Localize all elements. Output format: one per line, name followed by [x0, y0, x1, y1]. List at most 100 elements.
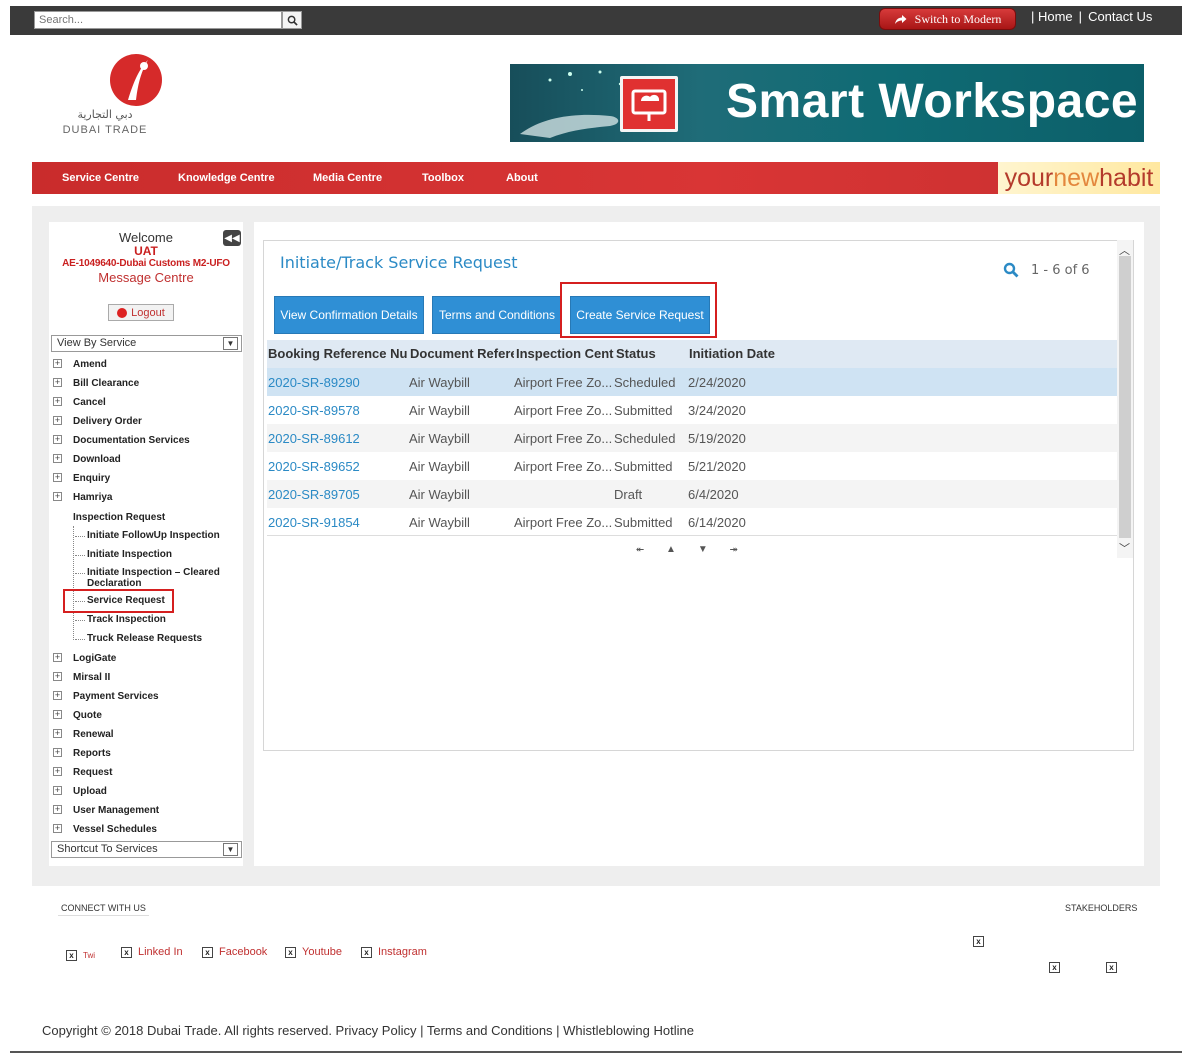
expand-icon[interactable]: + [53, 691, 62, 700]
tree-item-label: Amend [73, 359, 107, 370]
booking-ref-link[interactable]: 2020-SR-89578 [268, 403, 360, 418]
home-link[interactable]: | Home [1031, 9, 1073, 24]
inspection-centre-cell: Airport Free Zo... [514, 403, 612, 418]
column-header-document-ref[interactable]: Document Refere [410, 346, 514, 361]
expand-icon[interactable]: + [53, 672, 62, 681]
expand-icon[interactable]: + [53, 492, 62, 501]
expand-icon[interactable]: + [53, 748, 62, 757]
expand-icon[interactable]: + [53, 397, 62, 406]
expand-icon[interactable]: + [53, 359, 62, 368]
facebook-link[interactable]: x Facebook [202, 946, 267, 958]
expand-icon[interactable]: + [53, 653, 62, 662]
expand-icon[interactable]: + [53, 378, 62, 387]
document-ref-cell: Air Waybill [409, 487, 470, 502]
linkedin-link[interactable]: x Linked In [121, 946, 183, 958]
date-cell: 6/14/2020 [688, 515, 746, 530]
tree-item-label: Initiate Inspection [87, 549, 173, 560]
booking-ref-link[interactable]: 2020-SR-91854 [268, 515, 360, 530]
next-page-icon[interactable]: ▼ [698, 544, 708, 555]
stakeholder-logo-icon[interactable]: x [1049, 962, 1060, 973]
tagline-habit: habit [1099, 163, 1154, 192]
twitter-link[interactable]: x Twi [66, 950, 95, 961]
date-cell: 3/24/2020 [688, 403, 746, 418]
pager: 1 - 6 of 6 [1003, 262, 1090, 278]
tree-item-label: User Management [73, 805, 160, 816]
nav-knowledge-centre[interactable]: Knowledge Centre [178, 172, 275, 184]
scroll-down-icon[interactable]: ﹀ [1119, 540, 1130, 556]
stakeholder-logo-icon[interactable]: x [973, 936, 984, 947]
tree-item-label: Delivery Order [73, 416, 142, 427]
pagination-arrows: ⯬ ▲ ▼ ⯮ [636, 544, 738, 555]
link-separator: | [1078, 9, 1083, 24]
column-header-initiation-date[interactable]: Initiation Date [689, 346, 809, 361]
nav-service-centre[interactable]: Service Centre [62, 172, 139, 184]
shortcut-to-services-select[interactable]: Shortcut To Services ▼ [51, 841, 242, 858]
scroll-up-icon[interactable]: ︿ [1119, 242, 1130, 258]
last-page-icon[interactable]: ⯮ [730, 544, 738, 555]
pager-count: 1 - 6 of 6 [1031, 262, 1090, 278]
sidebar-item-initiate-inspection-cleared[interactable]: Initiate Inspection – Cleared Declaratio… [75, 567, 240, 591]
instagram-link[interactable]: x Instagram [361, 946, 427, 958]
message-centre-link[interactable]: Message Centre [49, 270, 243, 285]
expand-icon[interactable]: + [53, 767, 62, 776]
stakeholder-logo-icon[interactable]: x [1106, 962, 1117, 973]
expand-icon[interactable]: + [53, 416, 62, 425]
previous-page-icon[interactable]: ▲ [666, 544, 676, 555]
environment-label: UAT [134, 244, 158, 258]
expand-icon[interactable]: + [53, 805, 62, 814]
tree-item-label: Enquiry [73, 473, 111, 484]
copyright-text: Copyright © 2018 Dubai Trade. All rights… [42, 1023, 694, 1038]
inspection-centre-cell: Airport Free Zo... [514, 375, 612, 390]
view-by-select[interactable]: View By Service ▼ [51, 335, 242, 352]
tree-item-label: Initiate Inspection – Cleared Declaratio… [87, 567, 220, 589]
terms-and-conditions-button[interactable]: Terms and Conditions [432, 296, 562, 334]
welcome-label: Welcome [119, 230, 173, 245]
tree-branch [75, 639, 85, 640]
logout-icon [117, 307, 128, 318]
booking-ref-link[interactable]: 2020-SR-89612 [268, 431, 360, 446]
expand-icon[interactable]: + [53, 473, 62, 482]
double-left-arrow-icon: ◀◀ [224, 232, 240, 244]
expand-icon[interactable]: + [53, 729, 62, 738]
column-header-booking-ref[interactable]: Booking Reference Nun [268, 346, 408, 361]
social-label: Youtube [302, 946, 342, 958]
column-header-inspection-centre[interactable]: Inspection Centr [516, 346, 614, 361]
booking-ref-link[interactable]: 2020-SR-89705 [268, 487, 360, 502]
youtube-link[interactable]: x Youtube [285, 946, 342, 958]
tree-branch [75, 536, 85, 537]
social-label: Facebook [219, 946, 268, 958]
nav-media-centre[interactable]: Media Centre [313, 172, 382, 184]
column-header-status[interactable]: Status [616, 346, 686, 361]
social-label: Linked In [138, 946, 183, 958]
document-ref-cell: Air Waybill [409, 403, 470, 418]
search-icon[interactable] [1003, 262, 1019, 278]
inspection-centre-cell: Airport Free Zo... [514, 515, 612, 530]
grid-scroll-thumb[interactable] [1119, 256, 1131, 538]
bottom-divider [10, 1051, 1182, 1053]
first-page-icon[interactable]: ⯬ [636, 544, 644, 555]
your-new-habit-tagline: your new habit [998, 162, 1160, 194]
tree-item-label: Track Inspection [87, 614, 166, 625]
nav-toolbox[interactable]: Toolbox [422, 172, 464, 184]
search-button[interactable] [282, 11, 302, 29]
nav-about[interactable]: About [506, 172, 538, 184]
broken-image-icon: x [66, 950, 77, 961]
booking-ref-link[interactable]: 2020-SR-89290 [268, 375, 360, 390]
banner-title: Smart Workspace [726, 75, 1139, 128]
expand-icon[interactable]: + [53, 786, 62, 795]
view-confirmation-details-button[interactable]: View Confirmation Details [274, 296, 424, 334]
expand-icon[interactable]: + [53, 435, 62, 444]
logout-button[interactable]: Logout [108, 304, 174, 321]
booking-ref-link[interactable]: 2020-SR-89652 [268, 459, 360, 474]
expand-icon[interactable]: + [53, 454, 62, 463]
expand-icon[interactable]: + [53, 824, 62, 833]
dubai-trade-logo-icon [110, 54, 162, 106]
page-title: Initiate/Track Service Request [280, 253, 518, 272]
tagline-your: your [1004, 163, 1054, 192]
switch-to-modern-button[interactable]: Switch to Modern [879, 8, 1016, 30]
tree-item-label: Cancel [73, 397, 106, 408]
contact-us-link[interactable]: Contact Us [1088, 9, 1152, 24]
search-input[interactable] [34, 11, 282, 29]
expand-icon[interactable]: + [53, 710, 62, 719]
smart-workspace-banner: Smart Workspace [510, 64, 1144, 142]
